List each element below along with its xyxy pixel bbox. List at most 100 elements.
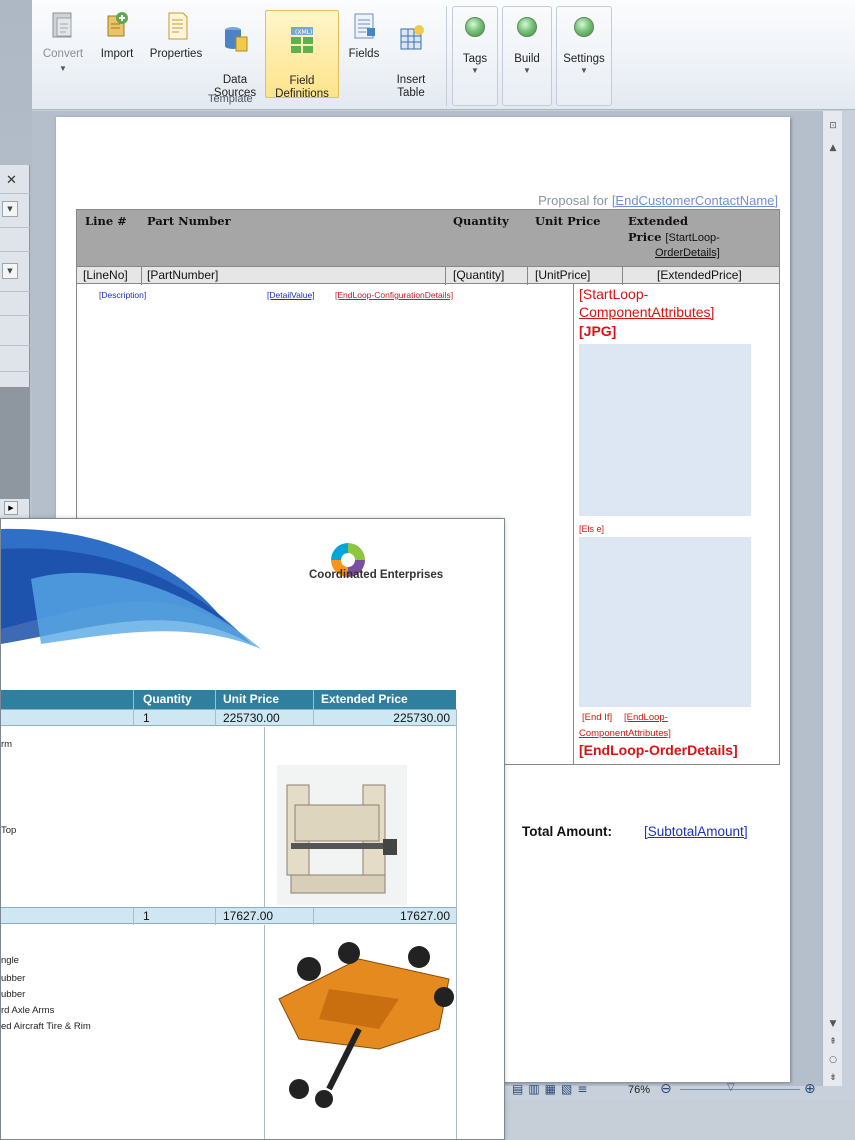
import-button[interactable]: Import bbox=[92, 10, 142, 98]
ribbon-divider bbox=[446, 6, 447, 106]
settings-icon bbox=[574, 17, 594, 37]
preview-quantity: 1 bbox=[143, 711, 150, 725]
zoom-level[interactable]: 76% bbox=[628, 1084, 650, 1096]
tags-label: Tags bbox=[462, 53, 488, 65]
ribbon: Convert ▼ Import Properties Data Sources… bbox=[32, 0, 855, 110]
header-line-no: Line # bbox=[85, 214, 127, 228]
preview-desc-line: rd Axle Arms bbox=[1, 1005, 55, 1016]
proposal-prefix: Proposal for bbox=[538, 193, 612, 208]
preview-desc-line: ed Aircraft Tire & Rim bbox=[1, 1021, 91, 1032]
insert-table-button[interactable]: Insert Table bbox=[388, 10, 434, 99]
dropdown-arrow-icon[interactable]: ▼ bbox=[2, 201, 18, 217]
view-buttons-icon[interactable]: ▤▥▦▧≡ bbox=[512, 1082, 592, 1096]
start-comp-field-2[interactable]: ComponentAttributes] bbox=[579, 304, 714, 320]
browse-object-icon[interactable]: ○ bbox=[826, 1055, 840, 1065]
dropdown-arrow-icon[interactable]: ▼ bbox=[2, 263, 18, 279]
line-no-field[interactable]: [LineNo] bbox=[83, 268, 128, 282]
zoom-in-icon[interactable]: ⊕ bbox=[804, 1081, 816, 1097]
build-dropdown[interactable]: Build ▼ bbox=[502, 6, 552, 106]
chevron-down-icon: ▼ bbox=[59, 64, 67, 73]
end-comp-field[interactable]: [EndLoop- bbox=[624, 712, 668, 723]
preview-unit-price: 17627.00 bbox=[223, 909, 274, 923]
component-column: [StartLoop- ComponentAttributes] [JPG] [… bbox=[573, 284, 781, 764]
table-header: Line # Part Number Quantity Unit Price E… bbox=[77, 210, 779, 266]
start-loop-field[interactable]: [StartLoop- bbox=[665, 232, 719, 244]
data-sources-button[interactable]: Data Sources bbox=[210, 10, 260, 99]
tags-dropdown[interactable]: Tags ▼ bbox=[452, 6, 498, 106]
image-placeholder-2 bbox=[579, 537, 751, 707]
header-price-line: Price [StartLoop- bbox=[628, 230, 720, 244]
template-group-label: Template bbox=[208, 93, 253, 105]
preview-row: 1 17627.00 17627.00 bbox=[1, 907, 456, 924]
properties-label: Properties bbox=[149, 48, 203, 60]
part-number-field[interactable]: [PartNumber] bbox=[147, 268, 218, 282]
zoom-slider[interactable] bbox=[680, 1089, 800, 1090]
xml-badge: (XML) bbox=[295, 29, 312, 36]
zoom-out-icon[interactable]: ⊖ bbox=[660, 1081, 672, 1097]
preview-extended-price: 17627.00 bbox=[399, 909, 450, 923]
document-preview: Coordinated Enterprises Quantity Unit Pr… bbox=[0, 518, 505, 1140]
prev-page-icon[interactable]: ⇞ bbox=[826, 1037, 840, 1047]
settings-label: Settings bbox=[563, 53, 605, 65]
scroll-down-icon[interactable]: ▼ bbox=[826, 1019, 840, 1029]
preview-extended-price: 225730.00 bbox=[393, 711, 450, 725]
convert-button[interactable]: Convert ▼ bbox=[38, 10, 88, 98]
detail-value-field[interactable]: [DetailValue] bbox=[267, 290, 315, 300]
build-label: Build bbox=[514, 53, 540, 65]
order-details-field[interactable]: OrderDetails] bbox=[655, 247, 720, 259]
ruler-toggle-icon[interactable]: ⊡ bbox=[826, 121, 840, 131]
vertical-scrollbar[interactable]: ⊡ ▲ ▼ ⇞ ○ ⇟ bbox=[822, 111, 842, 1086]
build-icon bbox=[517, 17, 537, 37]
zoom-slider-thumb[interactable]: ▽ bbox=[727, 1082, 735, 1093]
wave-logo-graphic bbox=[1, 528, 261, 649]
company-name: Coordinated Enterprises bbox=[309, 569, 444, 581]
properties-button[interactable]: Properties bbox=[144, 10, 208, 98]
start-comp-field[interactable]: [StartLoop- bbox=[579, 286, 648, 302]
description-field[interactable]: [Description] bbox=[99, 290, 146, 300]
header-part-number: Part Number bbox=[147, 214, 231, 228]
header-extended: Extended bbox=[628, 214, 689, 228]
header-unit-price: Unit Price bbox=[535, 214, 601, 228]
next-page-icon[interactable]: ⇟ bbox=[826, 1073, 840, 1083]
settings-dropdown[interactable]: Settings ▼ bbox=[556, 6, 612, 106]
properties-icon bbox=[168, 12, 188, 40]
template-row: [LineNo] [PartNumber] [Quantity] [UnitPr… bbox=[77, 266, 779, 285]
import-icon bbox=[107, 12, 128, 37]
close-icon[interactable]: ✕ bbox=[6, 173, 17, 188]
quantity-field[interactable]: [Quantity] bbox=[453, 268, 504, 282]
chevron-down-icon: ▼ bbox=[471, 66, 479, 75]
proposal-field[interactable]: [EndCustomerContactName] bbox=[612, 193, 778, 208]
press-brake-image bbox=[277, 765, 407, 905]
list-panel bbox=[0, 387, 30, 499]
insert-table-label: Insert Table bbox=[396, 74, 426, 99]
convert-icon bbox=[52, 12, 72, 38]
scroll-up-icon[interactable]: ▲ bbox=[826, 143, 840, 153]
preview-header-extended-price: Extended Price bbox=[321, 692, 408, 706]
preview-unit-price: 225730.00 bbox=[223, 711, 280, 725]
tags-icon bbox=[465, 17, 485, 37]
end-order-field[interactable]: [EndLoop-OrderDetails] bbox=[579, 742, 738, 758]
image-placeholder bbox=[579, 344, 751, 516]
background-dialog: ✕ ▼ ▼ ▶ bbox=[0, 165, 30, 520]
unit-price-field[interactable]: [UnitPrice] bbox=[535, 268, 590, 282]
fields-label: Fields bbox=[348, 48, 380, 60]
import-label: Import bbox=[100, 48, 134, 60]
preview-desc-line: ubber bbox=[1, 973, 26, 984]
end-if-field[interactable]: [End If] bbox=[582, 712, 612, 723]
jpg-field[interactable]: [JPG] bbox=[579, 323, 616, 339]
preview-header-unit-price: Unit Price bbox=[223, 692, 280, 706]
end-config-field[interactable]: [EndLoop-ConfigurationDetails] bbox=[335, 290, 453, 300]
fields-button[interactable]: Fields bbox=[342, 10, 386, 98]
preview-desc-line: ngle bbox=[1, 955, 19, 966]
convert-label: Convert bbox=[42, 48, 84, 60]
extended-price-field[interactable]: [ExtendedPrice] bbox=[657, 268, 742, 282]
preview-desc-line: ubber bbox=[1, 989, 26, 1000]
desktop-background: ✕ ▼ ▼ ▶ Convert ▼ Import Properties Data… bbox=[0, 0, 855, 1140]
end-comp-field-2[interactable]: ComponentAttributes] bbox=[579, 728, 671, 739]
else-field[interactable]: [Els e] bbox=[579, 524, 604, 534]
scroll-right-icon[interactable]: ▶ bbox=[4, 501, 18, 515]
insert-table-icon bbox=[400, 25, 424, 50]
field-definitions-button[interactable]: (XML) Field Definitions bbox=[265, 10, 339, 100]
preview-desc-line: Top bbox=[1, 825, 17, 836]
subtotal-field[interactable]: [SubtotalAmount] bbox=[644, 824, 748, 839]
